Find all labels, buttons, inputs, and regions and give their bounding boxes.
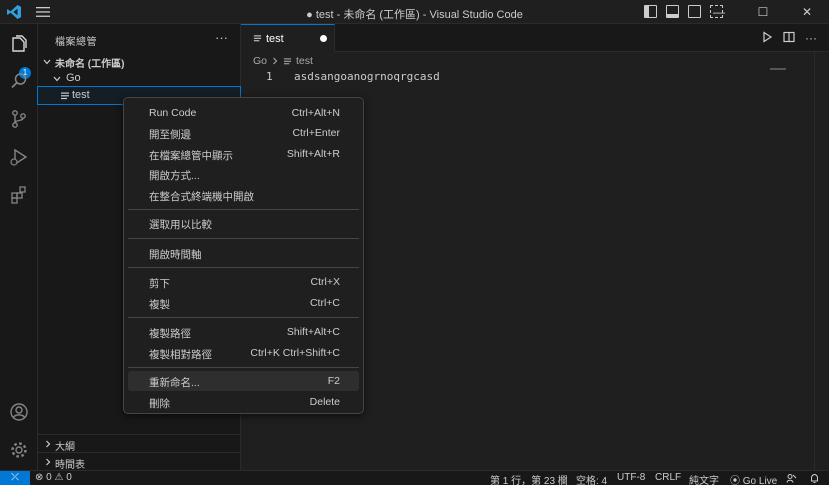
scrollbar-track[interactable] [814, 52, 815, 470]
menu-separator [128, 209, 359, 210]
line-number: 1 [266, 70, 273, 83]
breadcrumb-file[interactable]: test [296, 55, 313, 67]
manage-gear-icon[interactable] [9, 440, 29, 460]
menu-separator [128, 238, 359, 239]
context-menu: Run Code Ctrl+Alt+N 開至側邊 Ctrl+Enter 在檔案總… [123, 97, 364, 414]
run-icon[interactable] [761, 31, 773, 43]
menu-item-copy-relative-path[interactable]: 複製相對路徑 Ctrl+K Ctrl+Shift+C [128, 343, 359, 363]
menu-item-run-code[interactable]: Run Code Ctrl+Alt+N [128, 103, 359, 123]
error-count: 0 [46, 472, 52, 483]
code-line[interactable]: asdsangoanogrnoqrgcasd [294, 70, 440, 83]
go-live-label: Go Live [742, 476, 778, 485]
menu-item-open-with[interactable]: 開啟方式... [128, 164, 359, 184]
cursor-position[interactable]: 第 1 行，第 23 欄 [490, 472, 568, 485]
maximize-button[interactable]: ☐ [741, 0, 785, 24]
menu-item-cut[interactable]: 剪下 Ctrl+X [128, 272, 359, 292]
text-file-icon [253, 35, 262, 42]
window-controls: — ☐ ✕ [697, 0, 829, 24]
account-icon[interactable] [9, 402, 29, 422]
toggle-primary-sidebar-icon[interactable] [644, 5, 657, 18]
menu-separator [128, 267, 359, 268]
menu-item-copy-path[interactable]: 複製路徑 Shift+Alt+C [128, 322, 359, 342]
language-mode[interactable]: 純文字 [689, 472, 719, 485]
menu-item-copy[interactable]: 複製 Ctrl+C [128, 293, 359, 313]
text-file-icon [283, 57, 292, 64]
menu-item-open-in-terminal[interactable]: 在整合式終端機中開啟 [128, 185, 359, 205]
warning-icon: ⚠ [54, 472, 64, 483]
extensions-icon[interactable] [9, 185, 29, 205]
outline-section[interactable]: 大綱 [38, 434, 240, 453]
toggle-panel-icon[interactable] [666, 5, 679, 18]
menu-item-open-timeline[interactable]: 開啟時間軸 [128, 243, 359, 263]
menu-item-select-for-compare[interactable]: 選取用以比較 [128, 213, 359, 233]
vscode-logo-icon [7, 5, 21, 19]
source-control-icon[interactable] [9, 109, 29, 129]
menu-item-rename[interactable]: 重新命名... F2 [128, 371, 359, 391]
timeline-section[interactable]: 時間表 [38, 452, 240, 471]
explorer-header: 檔案總管 [55, 37, 97, 48]
menu-item-reveal-in-explorer[interactable]: 在檔案總管中顯示 Shift+Alt+R [128, 144, 359, 164]
file-label: test [72, 89, 90, 101]
error-icon: ⊗ [35, 472, 44, 483]
minimap[interactable] [770, 68, 786, 70]
run-debug-icon[interactable] [9, 147, 29, 167]
editor-tabs: test ··· [241, 24, 829, 52]
menu-separator [128, 367, 359, 368]
breadcrumb-folder[interactable]: Go [253, 55, 267, 67]
workspace-row[interactable]: 未命名 (工作區) [38, 53, 240, 70]
split-editor-icon[interactable] [783, 31, 795, 43]
minimize-button[interactable]: — [697, 0, 741, 24]
folder-row-go[interactable]: Go [38, 70, 240, 87]
editor-actions: ··· [761, 31, 817, 45]
chevron-right-icon [273, 57, 278, 65]
timeline-label: 時間表 [55, 460, 85, 471]
chevron-right-icon [46, 458, 51, 466]
encoding[interactable]: UTF-8 [617, 472, 645, 483]
unsaved-dot-icon[interactable] [320, 35, 327, 42]
menu-item-open-to-side[interactable]: 開至側邊 Ctrl+Enter [128, 123, 359, 143]
outline-label: 大綱 [55, 442, 75, 453]
text-file-icon [61, 92, 69, 100]
tab-test[interactable]: test [241, 24, 335, 52]
accounts-status-icon[interactable] [786, 473, 797, 484]
end-of-line[interactable]: CRLF [655, 472, 681, 483]
warning-count: 0 [66, 472, 72, 483]
search-icon[interactable] [9, 71, 29, 91]
go-live-button[interactable]: ⦿ Go Live [730, 472, 777, 485]
chevron-down-icon [53, 76, 61, 82]
menu-item-delete[interactable]: 刪除 Delete [128, 392, 359, 412]
workspace-label: 未命名 (工作區) [55, 59, 125, 70]
activity-bar: 1 [0, 24, 38, 470]
more-actions-button[interactable]: ··· [215, 30, 228, 45]
status-bar: ⤫ ⊗ 0 ⚠ 0 第 1 行，第 23 欄 空格: 4 UTF-8 CRLF … [0, 470, 829, 485]
menu-separator [128, 317, 359, 318]
indentation[interactable]: 空格: 4 [576, 472, 607, 485]
notifications-bell-icon[interactable] [809, 473, 820, 484]
chevron-right-icon [46, 440, 51, 448]
more-actions-button[interactable]: ··· [805, 31, 817, 45]
remote-indicator-button[interactable]: ⤫ [0, 471, 30, 485]
menu-icon[interactable] [36, 6, 50, 18]
problems-indicator[interactable]: ⊗ 0 ⚠ 0 [35, 472, 72, 483]
tab-label: test [266, 33, 284, 45]
files-icon[interactable] [9, 34, 29, 54]
broadcast-icon: ⦿ [730, 476, 740, 485]
close-button[interactable]: ✕ [785, 0, 829, 24]
title-bar: ● test - 未命名 (工作區) - Visual Studio Code … [0, 0, 829, 24]
chevron-down-icon [43, 59, 51, 65]
breadcrumb: Go test [253, 55, 313, 67]
folder-label: Go [66, 72, 81, 84]
